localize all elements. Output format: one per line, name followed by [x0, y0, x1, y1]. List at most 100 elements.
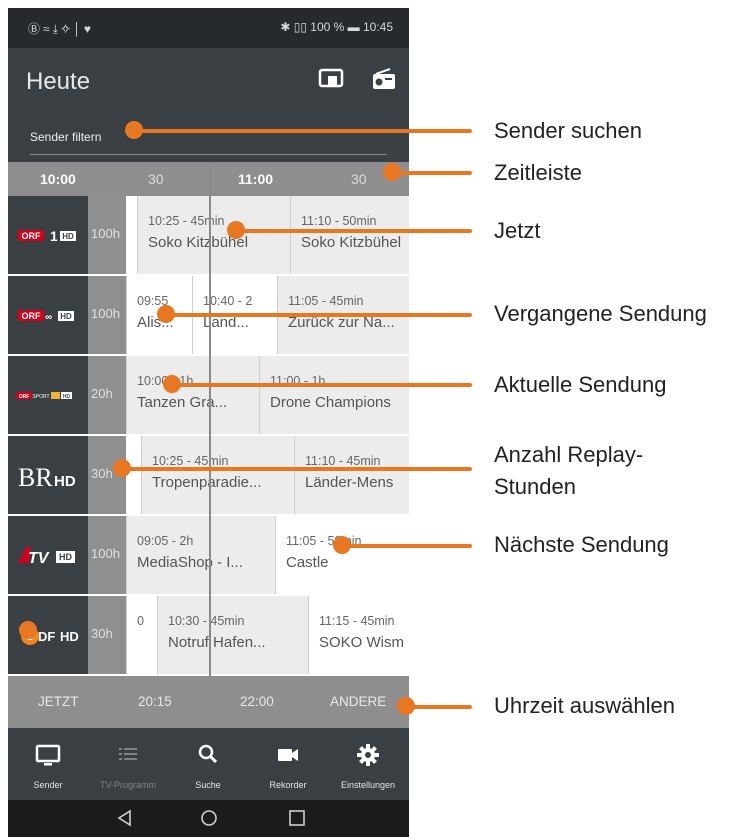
program-cell[interactable]: 10:25 - 45min Tropenparadie...: [141, 436, 294, 514]
annotation-label: Uhrzeit auswählen: [494, 693, 675, 718]
nav-label: Sender: [33, 780, 63, 790]
svg-text:SPORT: SPORT: [32, 394, 49, 400]
program-title: Drone Champions: [270, 394, 391, 411]
svg-text:HD: HD: [59, 552, 72, 562]
radio-icon[interactable]: [372, 68, 398, 90]
timeline-label: 10:00: [40, 171, 76, 187]
status-bar: Ⓑ≈⤓✧│♥ ✱ ▯▯ 100 % ▬ 10:45: [8, 8, 409, 48]
program-cell[interactable]: 11:00 - 1h Drone Champions: [259, 356, 409, 434]
page-title: Heute: [26, 68, 91, 95]
timeline-label: 30: [148, 171, 164, 187]
nav-label: Einstellungen: [340, 780, 396, 790]
list-icon: [119, 748, 137, 760]
program-time: 11:10 - 45min: [305, 454, 381, 468]
channel-logo[interactable]: ORF 1 HD: [8, 196, 88, 274]
svg-text:TV: TV: [28, 550, 50, 567]
channel-logo[interactable]: ORF ∞ HD: [8, 276, 88, 354]
svg-text:HD: HD: [60, 312, 72, 321]
annotation-dot: [163, 375, 181, 393]
program-cell[interactable]: 0: [126, 596, 157, 674]
program-title: MediaShop - I...: [137, 554, 243, 571]
time-option-now[interactable]: JETZT: [38, 694, 79, 709]
replay-hours: 100h: [88, 196, 126, 274]
time-selector: JETZT 20:15 22:00 ANDERE: [8, 676, 409, 728]
annotation-dot: [157, 305, 175, 323]
annotation-line: [122, 467, 472, 471]
program-cell[interactable]: [126, 196, 137, 274]
svg-text:HD: HD: [60, 629, 79, 644]
program-title: Soko Kitzbühel: [301, 234, 402, 251]
time-option-2200[interactable]: 22:00: [240, 694, 274, 709]
program-cell[interactable]: 10:00 - 1h Tanzen Gra...: [126, 356, 259, 434]
annotation-dot: [113, 459, 131, 477]
program-time: 11:05 - 45min: [288, 294, 364, 308]
annotation-dot: [397, 697, 415, 715]
home-icon[interactable]: [200, 809, 218, 827]
program-time: 09:05 - 2h: [137, 534, 194, 548]
svg-text:DF: DF: [38, 629, 55, 644]
program-time: 10:30 - 45min: [168, 614, 245, 628]
svg-text:HD: HD: [54, 473, 76, 490]
nav-label: Rekorder: [269, 780, 307, 790]
program-cell[interactable]: 11:10 - 50min Soko Kitzbühel: [290, 196, 409, 274]
status-right: ✱ ▯▯ 100 % ▬ 10:45: [280, 20, 393, 34]
bottom-nav: Sender TV-Programm Suche Rekorder Einste…: [8, 728, 409, 800]
annotation-line: [342, 544, 472, 548]
program-title: Notruf Hafen...: [168, 634, 266, 651]
annotation-label: Nächste Sendung: [494, 532, 669, 557]
nav-sender[interactable]: Sender: [8, 728, 88, 800]
camera-icon: [278, 749, 298, 761]
program-cell[interactable]: 09:05 - 2h MediaShop - I...: [126, 516, 275, 594]
svg-text:HD: HD: [62, 232, 74, 241]
channel-logo[interactable]: BR HD: [8, 436, 88, 514]
annotation-dot: [125, 121, 143, 139]
annotation-label: Sender suchen: [494, 118, 642, 143]
timeline-label: 30: [351, 171, 367, 187]
program-time: 0: [137, 614, 144, 628]
replay-hours: 30h: [88, 596, 126, 674]
time-option-other[interactable]: ANDERE: [330, 694, 386, 709]
svg-text:∞: ∞: [45, 312, 52, 323]
program-cell[interactable]: [126, 436, 140, 514]
program-cell[interactable]: 11:10 - 45min Länder-Mens: [294, 436, 409, 514]
recents-icon[interactable]: [288, 809, 306, 827]
annotation-label: Aktuelle Sendung: [494, 372, 667, 397]
annotation-line: [166, 313, 472, 317]
program-cell[interactable]: 11:05 - 50min Castle: [275, 516, 409, 594]
program-time: 11:10 - 50min: [301, 214, 377, 228]
time-option-2015[interactable]: 20:15: [138, 694, 172, 709]
status-icons: Ⓑ≈⤓✧│♥: [28, 22, 95, 36]
annotation-label: Jetzt: [494, 218, 541, 243]
annotation-line: [406, 705, 472, 709]
search-icon: [198, 744, 218, 764]
cast-icon[interactable]: [318, 68, 344, 90]
filter-input[interactable]: Sender filtern: [30, 130, 101, 144]
nav-tv-programm[interactable]: TV-Programm: [88, 728, 168, 800]
svg-text:ORF: ORF: [22, 231, 42, 241]
annotation-dot: [383, 163, 401, 181]
program-cell[interactable]: 10:25 - 45min Soko Kitzbühel: [137, 196, 290, 274]
nav-rekorder[interactable]: Rekorder: [248, 728, 328, 800]
annotation-line: [172, 383, 472, 387]
program-time: 10:25 - 45min: [148, 214, 225, 228]
annotation-label: Anzahl Replay-: [494, 442, 644, 467]
back-icon[interactable]: [116, 809, 134, 827]
app-bar: Heute: [8, 48, 409, 112]
channel-logo[interactable]: TV HD: [8, 516, 88, 594]
filter-underline: [30, 154, 387, 155]
gear-icon: [357, 744, 379, 766]
channel-filter[interactable]: Sender filtern: [8, 112, 409, 162]
nav-einstellungen[interactable]: Einstellungen: [328, 728, 408, 800]
replay-hours: 100h: [88, 276, 126, 354]
nav-suche[interactable]: Suche: [168, 728, 248, 800]
replay-hours: 100h: [88, 516, 126, 594]
program-cell[interactable]: 10:30 - 45min Notruf Hafen...: [157, 596, 308, 674]
tv-icon: [35, 744, 61, 766]
annotation-label: Vergangene Sendung: [494, 301, 707, 326]
program-title: SOKO Wism: [319, 634, 404, 651]
program-cell[interactable]: 11:15 - 45min SOKO Wism: [308, 596, 409, 674]
svg-text:HD: HD: [63, 394, 71, 400]
replay-hours: 20h: [88, 356, 126, 434]
channel-logo[interactable]: ORF SPORT HD: [8, 356, 88, 434]
annotation-dot: [333, 536, 351, 554]
